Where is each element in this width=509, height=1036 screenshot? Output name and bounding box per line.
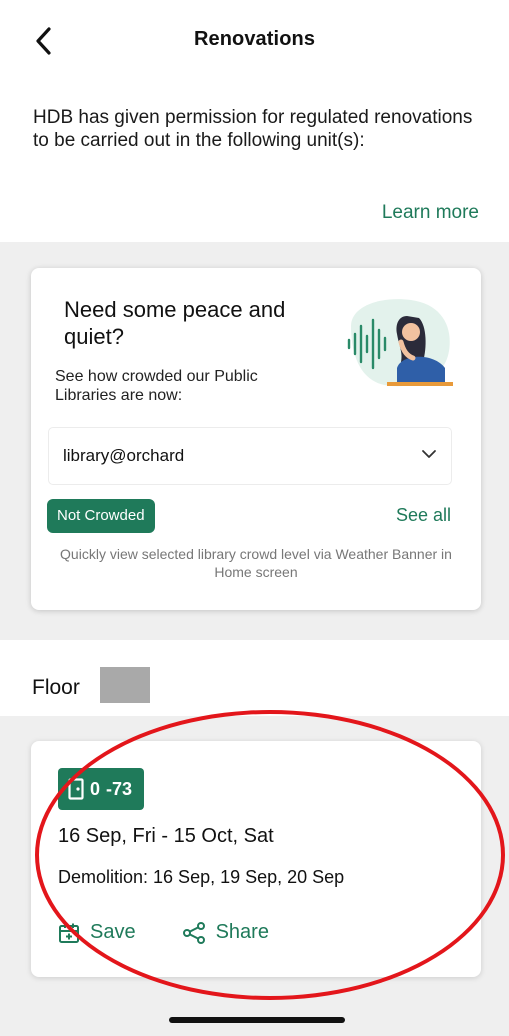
share-icon — [182, 921, 205, 944]
library-crowd-card: Need some peace and quiet? See how crowd… — [31, 268, 481, 610]
floor-value-redacted — [100, 667, 150, 703]
door-icon — [68, 778, 84, 800]
unit-range-tag: 0 -73 — [58, 768, 145, 810]
renovation-card: 0 -73 16 Sep, Fri - 15 Oct, Sat Demoliti… — [31, 741, 481, 977]
renovation-actions: Save Share — [58, 921, 269, 944]
library-card-subtext: See how crowded our Public Libraries are… — [55, 368, 258, 404]
demolition-dates: Demolition: 16 Sep, 19 Sep, 20 Sep — [58, 867, 345, 887]
unit-end: -73 — [106, 778, 133, 799]
library-select[interactable]: library@orchard — [49, 428, 451, 484]
library-select-value: library@orchard — [63, 446, 185, 465]
renovation-date-range: 16 Sep, Fri - 15 Oct, Sat — [58, 825, 274, 847]
page-title: Renovations — [193, 28, 316, 50]
calendar-icon — [59, 923, 79, 943]
save-label: Save — [90, 921, 136, 943]
floor-label: Floor — [32, 676, 80, 699]
share-label: Share — [215, 921, 269, 943]
home-indicator — [169, 1017, 345, 1023]
floor-section: Floor — [0, 640, 509, 716]
library-card-heading: Need some peace and quiet? — [64, 297, 286, 349]
intro-text: HDB has given permission for regulated r… — [33, 107, 473, 151]
quiet-person-illustration — [347, 299, 453, 387]
crowd-status-badge: Not Crowded — [47, 499, 155, 533]
share-button[interactable]: Share — [182, 921, 269, 944]
library-card-note: Quickly view selected library crowd leve… — [60, 546, 452, 580]
save-button[interactable]: Save — [58, 921, 136, 944]
learn-more-link[interactable]: Learn more — [382, 202, 479, 224]
unit-start: 0 — [90, 778, 101, 799]
chevron-down-icon — [422, 450, 436, 458]
see-all-link[interactable]: See all — [396, 505, 451, 526]
top-bar: Renovations — [0, 0, 509, 80]
intro-section: HDB has given permission for regulated r… — [0, 80, 509, 242]
